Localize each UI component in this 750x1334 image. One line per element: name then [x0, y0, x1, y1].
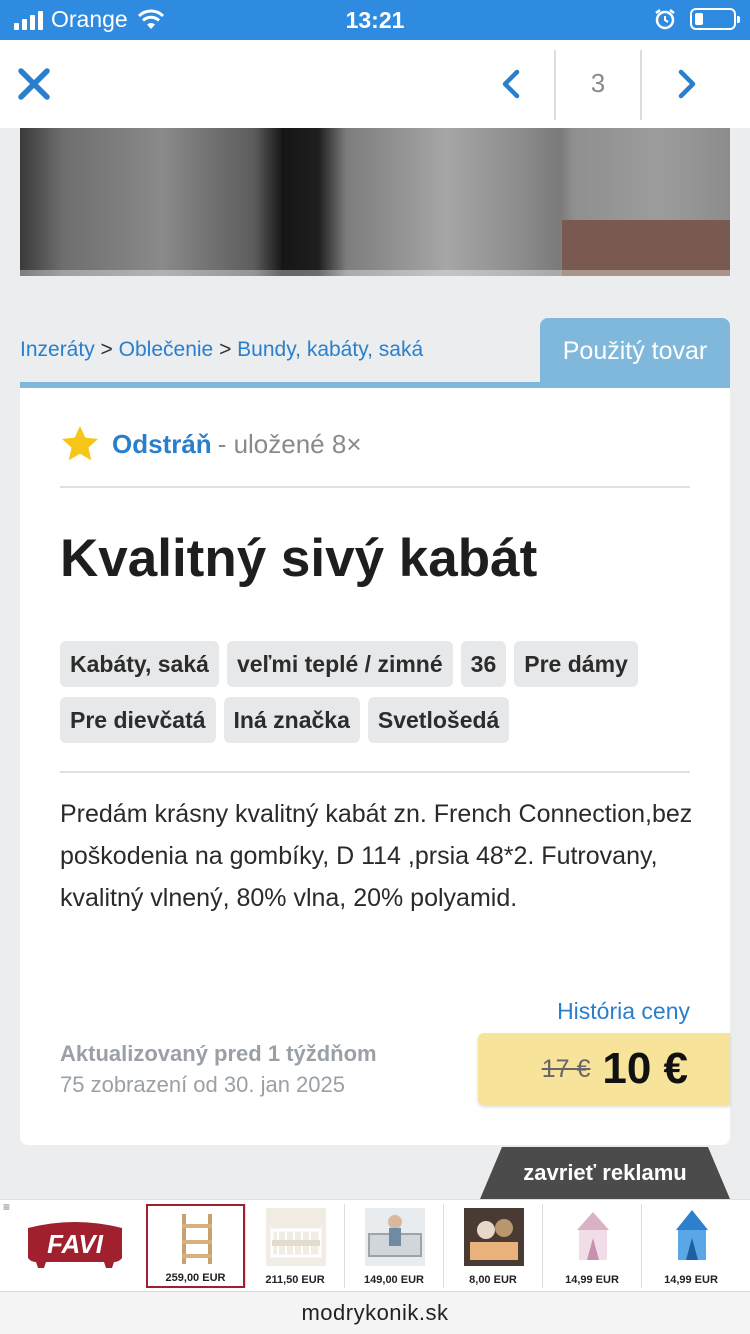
breadcrumb-link-listings[interactable]: Inzeráty [20, 338, 95, 361]
ad-product[interactable]: 211,50 EUR [245, 1204, 344, 1288]
product-photo[interactable] [20, 128, 730, 276]
favi-logo[interactable]: FAVI [22, 1218, 128, 1270]
tag[interactable]: Svetlošedá [367, 697, 510, 743]
divider [60, 771, 690, 773]
alarm-icon [655, 9, 675, 30]
ad-price: 211,50 EUR [265, 1274, 325, 1286]
ad-product[interactable]: 14,99 EUR [641, 1204, 740, 1288]
page-number: 3 [590, 68, 606, 98]
ad-banner[interactable]: ≡ FAVI 259,00 EUR 211,50 EUR 149,00 EUR … [0, 1199, 750, 1291]
tag-list: Kabáty, saká veľmi teplé / zimné 36 Pre … [60, 641, 700, 743]
nav-divider [640, 50, 642, 120]
baby-bed-image [365, 1208, 425, 1266]
listing-description: Predám krásny kvalitný kabát zn. French … [60, 800, 693, 912]
previous-arrow-icon[interactable] [492, 62, 532, 106]
ad-price: 149,00 EUR [364, 1274, 424, 1286]
pink-tent-image [577, 1212, 609, 1260]
next-arrow-icon[interactable] [666, 62, 706, 106]
tag[interactable]: Kabáty, saká [60, 641, 219, 687]
current-price: 10 € [602, 1044, 688, 1093]
ad-price: 8,00 EUR [469, 1274, 517, 1286]
close-icon[interactable] [16, 64, 52, 104]
views-text: 75 zobrazení od 30. jan 2025 [60, 1072, 346, 1097]
ad-menu-icon[interactable]: ≡ [3, 1200, 10, 1214]
battery-icon [690, 8, 740, 30]
price-history-link[interactable]: História ceny [557, 998, 690, 1025]
ad-product[interactable]: 8,00 EUR [443, 1204, 542, 1288]
price-box: 17 € 10 € [478, 1033, 730, 1105]
favorite-row: Odstráň - uložené 8× [60, 424, 362, 464]
breadcrumb-separator: > [219, 338, 232, 361]
crib-image [266, 1208, 326, 1266]
ad-price: 14,99 EUR [664, 1274, 718, 1286]
listing-card: Odstráň - uložené 8× Kvalitný sivý kabát… [20, 388, 730, 1145]
listing-title: Kvalitný sivý kabát [60, 529, 538, 588]
breadcrumb: Inzeráty > Oblečenie > Bundy, kabáty, sa… [20, 338, 423, 362]
blue-tent-image [676, 1210, 708, 1260]
clock: 13:21 [345, 7, 405, 33]
breadcrumb-link-clothing[interactable]: Oblečenie [119, 338, 214, 361]
ad-price: 14,99 EUR [565, 1274, 619, 1286]
browser-address-bar[interactable]: modrykonik.sk [0, 1291, 750, 1334]
condition-badge: Použitý tovar [540, 318, 730, 384]
divider [60, 486, 690, 488]
ad-price: 259,00 EUR [165, 1272, 226, 1284]
ad-product-list: 259,00 EUR 211,50 EUR 149,00 EUR 8,00 EU… [146, 1204, 750, 1288]
plush-toy-image [464, 1208, 524, 1266]
tag[interactable]: Pre dámy [514, 641, 638, 687]
navigation-bar: 3 [0, 40, 750, 128]
learning-tower-image [182, 1214, 212, 1264]
ad-product[interactable]: 149,00 EUR [344, 1204, 443, 1288]
ad-product[interactable]: 259,00 EUR [146, 1204, 245, 1288]
breadcrumb-link-coats[interactable]: Bundy, kabáty, saká [237, 338, 423, 361]
old-price: 17 € [541, 1054, 591, 1083]
tag[interactable]: Iná značka [223, 697, 360, 743]
svg-text:FAVI: FAVI [47, 1229, 104, 1259]
saved-count: - uložené 8× [217, 428, 362, 459]
star-icon[interactable] [60, 424, 100, 464]
close-ad-button[interactable]: zavrieť reklamu [480, 1147, 730, 1199]
ad-product[interactable]: 14,99 EUR [542, 1204, 641, 1288]
updated-text: Aktualizovaný pred 1 týždňom [60, 1041, 377, 1066]
remove-favorite-link[interactable]: Odstráň [112, 429, 212, 460]
status-bar: Orange 13:21 [0, 0, 750, 40]
breadcrumb-separator: > [100, 338, 113, 361]
tag[interactable]: veľmi teplé / zimné [226, 641, 453, 687]
tag[interactable]: Pre dievčatá [60, 697, 216, 743]
tag[interactable]: 36 [460, 641, 507, 687]
